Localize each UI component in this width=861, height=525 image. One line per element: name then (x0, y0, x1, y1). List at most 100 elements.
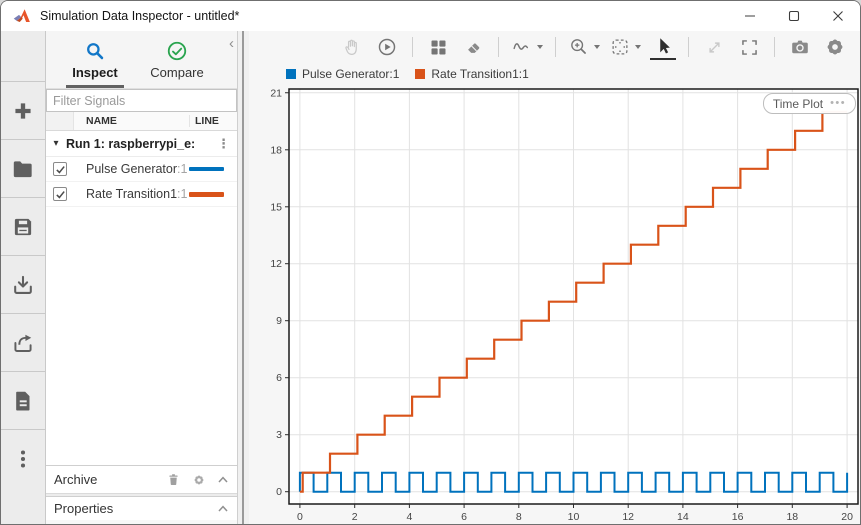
open-button[interactable] (1, 139, 45, 197)
save-icon (10, 214, 36, 240)
tab-compare[interactable]: Compare (136, 31, 218, 88)
kebab-icon (10, 446, 36, 472)
settings-button[interactable] (822, 34, 848, 60)
gear-icon (824, 36, 846, 58)
y-tick-label: 3 (276, 429, 282, 441)
x-tick-label: 20 (841, 511, 853, 523)
zoom-in-button[interactable] (568, 34, 600, 60)
signal-line-swatch (189, 167, 224, 171)
mode-tabs: Inspect Compare (46, 31, 237, 89)
toolbar-separator (498, 37, 499, 57)
search-icon (84, 40, 106, 62)
legend-label: Pulse Generator:1 (302, 67, 399, 81)
time-plot-canvas[interactable]: 02468101214161820036912151821 (249, 85, 861, 525)
close-button[interactable] (816, 1, 860, 31)
check-circle-icon (166, 40, 188, 62)
y-tick-label: 21 (270, 87, 282, 99)
signal-row-pulse-generator[interactable]: Pulse Generator:1 (46, 157, 237, 182)
plot-menu-button[interactable]: ••• (830, 98, 846, 109)
y-tick-label: 6 (276, 372, 282, 384)
archive-settings-gear-icon[interactable] (192, 473, 206, 487)
collapse-run-icon[interactable]: ▾ (46, 138, 66, 149)
plot-legend: Pulse Generator:1 Rate Transition1:1 (249, 63, 861, 85)
toolbar-separator (688, 37, 689, 57)
layout-button[interactable] (425, 34, 451, 60)
chevron-up-icon[interactable] (217, 475, 229, 484)
snapshot-button[interactable] (787, 34, 813, 60)
signal-checkbox[interactable] (53, 162, 67, 176)
zoom-in-icon (568, 36, 590, 58)
matlab-logo-icon (13, 8, 31, 24)
import-icon (10, 272, 36, 298)
folder-icon (10, 156, 36, 182)
pan-button[interactable] (339, 34, 365, 60)
signal-checkbox[interactable] (53, 187, 67, 201)
x-tick-label: 2 (352, 511, 358, 523)
dropdown-caret-icon (594, 45, 600, 49)
filter-signals-input[interactable] (46, 89, 237, 112)
minimize-icon (744, 10, 756, 22)
pulse-generator-1-line[interactable] (300, 473, 847, 492)
minimize-button[interactable] (728, 1, 772, 31)
run-menu-button[interactable]: ⋮ (217, 137, 237, 150)
archive-section-header[interactable]: Archive (46, 465, 237, 493)
dropdown-caret-icon (635, 45, 641, 49)
window-controls (728, 1, 860, 31)
y-tick-label: 0 (276, 486, 282, 498)
plot-panel: Pulse Generator:1 Rate Transition1:1 024… (249, 31, 861, 525)
more-actions-button[interactable] (1, 429, 45, 487)
filter-row (46, 89, 237, 112)
x-tick-label: 12 (622, 511, 634, 523)
maximize-button[interactable] (772, 1, 816, 31)
time-plot-area: 02468101214161820036912151821 Time Plot … (249, 85, 861, 525)
hand-pan-icon (342, 37, 363, 58)
app-window: Simulation Data Inspector - untitled* (0, 0, 861, 525)
signal-row-rate-transition[interactable]: Rate Transition1:1 (46, 182, 237, 207)
properties-section-header[interactable]: Properties (46, 496, 237, 520)
chevron-up-icon[interactable] (217, 504, 229, 513)
archive-label: Archive (54, 472, 97, 487)
titlebar: Simulation Data Inspector - untitled* (1, 1, 860, 31)
grid-layout-icon (428, 37, 449, 58)
pop-out-button[interactable] (701, 34, 727, 60)
panel-resize-handle[interactable] (237, 31, 249, 525)
export-button[interactable] (1, 313, 45, 371)
save-button[interactable] (1, 197, 45, 255)
signal-wave-icon (511, 36, 533, 58)
signal-name: Pulse Generator:1 (74, 162, 189, 176)
fit-to-view-button[interactable] (609, 34, 641, 60)
fullscreen-button[interactable] (736, 34, 762, 60)
trash-icon[interactable] (166, 472, 181, 487)
y-tick-label: 9 (276, 315, 282, 327)
plot-toolbar (249, 31, 861, 63)
signal-options-button[interactable] (511, 34, 543, 60)
legend-swatch (286, 69, 296, 79)
replay-button[interactable] (374, 34, 400, 60)
signal-name: Rate Transition1:1 (74, 187, 189, 201)
legend-label: Rate Transition1:1 (431, 67, 528, 81)
name-column-header: NAME (74, 115, 189, 127)
tab-compare-label: Compare (150, 65, 203, 80)
toolbar-separator (555, 37, 556, 57)
play-circle-icon (376, 36, 398, 58)
plot-type-badge: Time Plot ••• (763, 93, 856, 114)
collapse-panel-button[interactable]: ‹ (229, 36, 234, 51)
run-group-row[interactable]: ▾ Run 1: raspberrypi_e: ⋮ (46, 131, 237, 157)
export-icon (10, 330, 36, 356)
toolbar-separator (412, 37, 413, 57)
add-button[interactable] (1, 81, 45, 139)
clear-plots-button[interactable] (460, 34, 486, 60)
x-tick-label: 6 (461, 511, 467, 523)
x-tick-label: 14 (677, 511, 689, 523)
plus-icon (10, 98, 36, 124)
tab-inspect[interactable]: Inspect (54, 31, 136, 88)
legend-item-rate-transition: Rate Transition1:1 (415, 67, 528, 81)
import-button[interactable] (1, 255, 45, 313)
plot-type-label: Time Plot (773, 97, 823, 111)
eraser-icon (463, 37, 484, 58)
create-report-button[interactable] (1, 371, 45, 429)
close-icon (832, 10, 844, 22)
x-tick-label: 10 (568, 511, 580, 523)
dropdown-caret-icon (537, 45, 543, 49)
cursor-mode-button[interactable] (650, 34, 676, 60)
